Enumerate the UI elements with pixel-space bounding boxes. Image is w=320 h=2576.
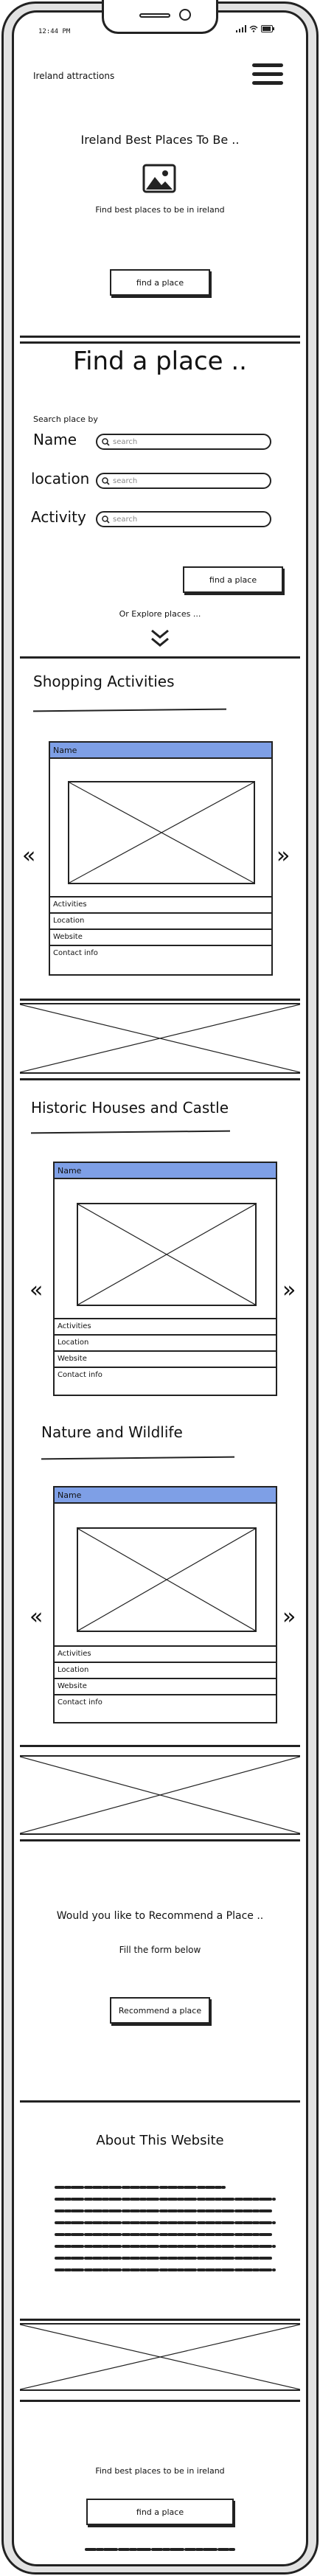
- activity-search-input[interactable]: search: [96, 511, 271, 527]
- nature-section-title: Nature and Wildlife: [41, 1423, 183, 1441]
- footer-find-place-button[interactable]: find a place: [86, 2499, 234, 2525]
- card-website[interactable]: Website: [55, 1350, 276, 1367]
- card-location: Location: [55, 1334, 276, 1350]
- name-search-input[interactable]: search: [96, 434, 271, 450]
- card-location: Location: [50, 912, 271, 928]
- section-divider: [20, 2319, 300, 2321]
- name-search-placeholder: search: [113, 437, 138, 446]
- status-icons: [236, 25, 274, 32]
- section-divider: [20, 1745, 300, 1747]
- search-icon: [102, 515, 110, 524]
- location-label: location: [31, 470, 90, 487]
- card-activities: Activities: [50, 896, 271, 912]
- section-divider: [20, 1078, 300, 1080]
- search-icon: [102, 476, 110, 485]
- card-activities: Activities: [55, 1318, 276, 1334]
- search-by-label: Search place by: [33, 414, 98, 424]
- hero-title: Ireland Best Places To Be ..: [80, 133, 240, 147]
- section-divider: [20, 2100, 300, 2103]
- section-divider: [20, 2400, 300, 2402]
- recommend-title: Would you like to Recommend a Place ..: [56, 1910, 264, 1922]
- recommend-place-button[interactable]: Recommend a place: [110, 1997, 210, 2024]
- card-location: Location: [55, 1662, 276, 1678]
- camera-icon: [179, 9, 191, 21]
- card-details: Activities Location Website Contact info: [55, 1645, 276, 1710]
- battery-icon: [261, 25, 274, 32]
- card-details: Activities Location Website Contact info: [55, 1318, 276, 1383]
- about-text-block: [55, 2186, 276, 2271]
- place-card[interactable]: Name Activities Location Website Contact…: [53, 1486, 277, 1723]
- about-title: About This Website: [96, 2133, 224, 2148]
- signal-icon: [236, 25, 246, 32]
- section-divider: [20, 656, 300, 659]
- wifi-icon: [249, 25, 258, 32]
- banner-image-placeholder: [20, 2323, 300, 2391]
- carousel-next-button[interactable]: »: [282, 1280, 296, 1302]
- recommend-subtitle: Fill the form below: [119, 1945, 201, 1955]
- footer-text: Find best places to be in ireland: [95, 2466, 225, 2476]
- section-divider: [20, 999, 300, 1001]
- card-activities: Activities: [55, 1645, 276, 1662]
- activity-search-placeholder: search: [113, 515, 138, 524]
- carousel-prev-button[interactable]: «: [22, 845, 35, 867]
- footer-fine-print: [85, 2548, 235, 2551]
- speaker-icon: [139, 13, 170, 18]
- card-name: Name: [55, 1163, 276, 1179]
- search-icon: [102, 437, 110, 446]
- shopping-section-title: Shopping Activities: [33, 673, 175, 690]
- double-chevron-down-icon[interactable]: [149, 628, 171, 649]
- card-name: Name: [50, 743, 271, 759]
- finder-title: Find a place ..: [72, 347, 247, 376]
- hero-subtitle: Find best places to be in ireland: [95, 205, 225, 215]
- hero-find-place-button[interactable]: find a place: [110, 269, 210, 296]
- card-contact: Contact info: [55, 1694, 276, 1710]
- image-icon: [142, 164, 176, 193]
- carousel-next-button[interactable]: »: [282, 1606, 296, 1628]
- name-label: Name: [33, 431, 77, 448]
- historic-section-title: Historic Houses and Castle: [31, 1099, 229, 1117]
- hamburger-menu-icon[interactable]: [252, 63, 283, 88]
- card-contact: Contact info: [55, 1367, 276, 1383]
- section-divider: [20, 341, 300, 344]
- explore-label: Or Explore places ...: [119, 609, 201, 619]
- banner-image-placeholder: [20, 1755, 300, 1835]
- card-image-placeholder: [68, 781, 255, 884]
- place-card[interactable]: Name Activities Location Website Contact…: [49, 741, 273, 976]
- card-website[interactable]: Website: [50, 928, 271, 945]
- finder-find-place-button[interactable]: find a place: [183, 566, 283, 593]
- place-card[interactable]: Name Activities Location Website Contact…: [53, 1162, 277, 1396]
- card-image-placeholder: [77, 1527, 257, 1632]
- phone-notch: [102, 0, 218, 34]
- card-image-placeholder: [77, 1203, 257, 1306]
- location-search-placeholder: search: [113, 476, 138, 485]
- carousel-prev-button[interactable]: «: [29, 1606, 43, 1628]
- banner-image-placeholder: [20, 1003, 300, 1074]
- status-time: 12:44 PM: [38, 28, 71, 35]
- card-website[interactable]: Website: [55, 1678, 276, 1694]
- carousel-prev-button[interactable]: «: [29, 1280, 43, 1302]
- card-details: Activities Location Website Contact info: [50, 896, 271, 961]
- card-contact: Contact info: [50, 945, 271, 961]
- section-divider: [20, 1839, 300, 1841]
- activity-label: Activity: [31, 508, 86, 526]
- app-title: Ireland attractions: [33, 71, 115, 81]
- location-search-input[interactable]: search: [96, 473, 271, 489]
- carousel-next-button[interactable]: »: [276, 845, 290, 867]
- section-divider: [20, 336, 300, 338]
- card-name: Name: [55, 1487, 276, 1504]
